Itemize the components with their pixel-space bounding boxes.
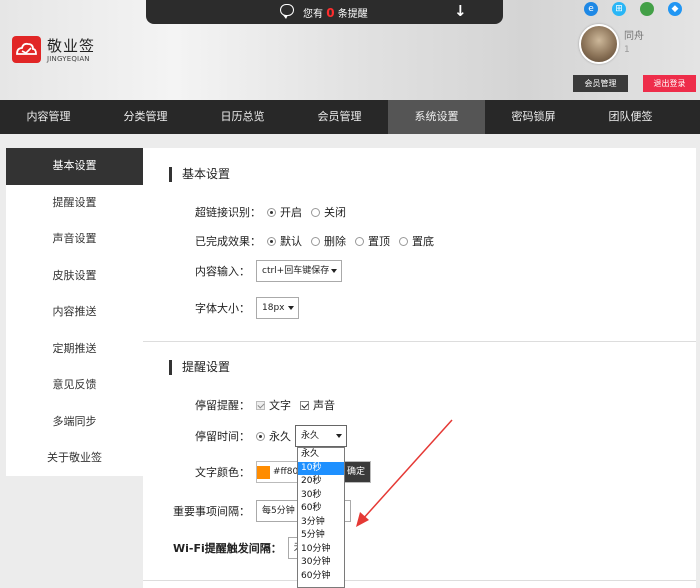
red-arrow-annotation bbox=[356, 419, 453, 527]
